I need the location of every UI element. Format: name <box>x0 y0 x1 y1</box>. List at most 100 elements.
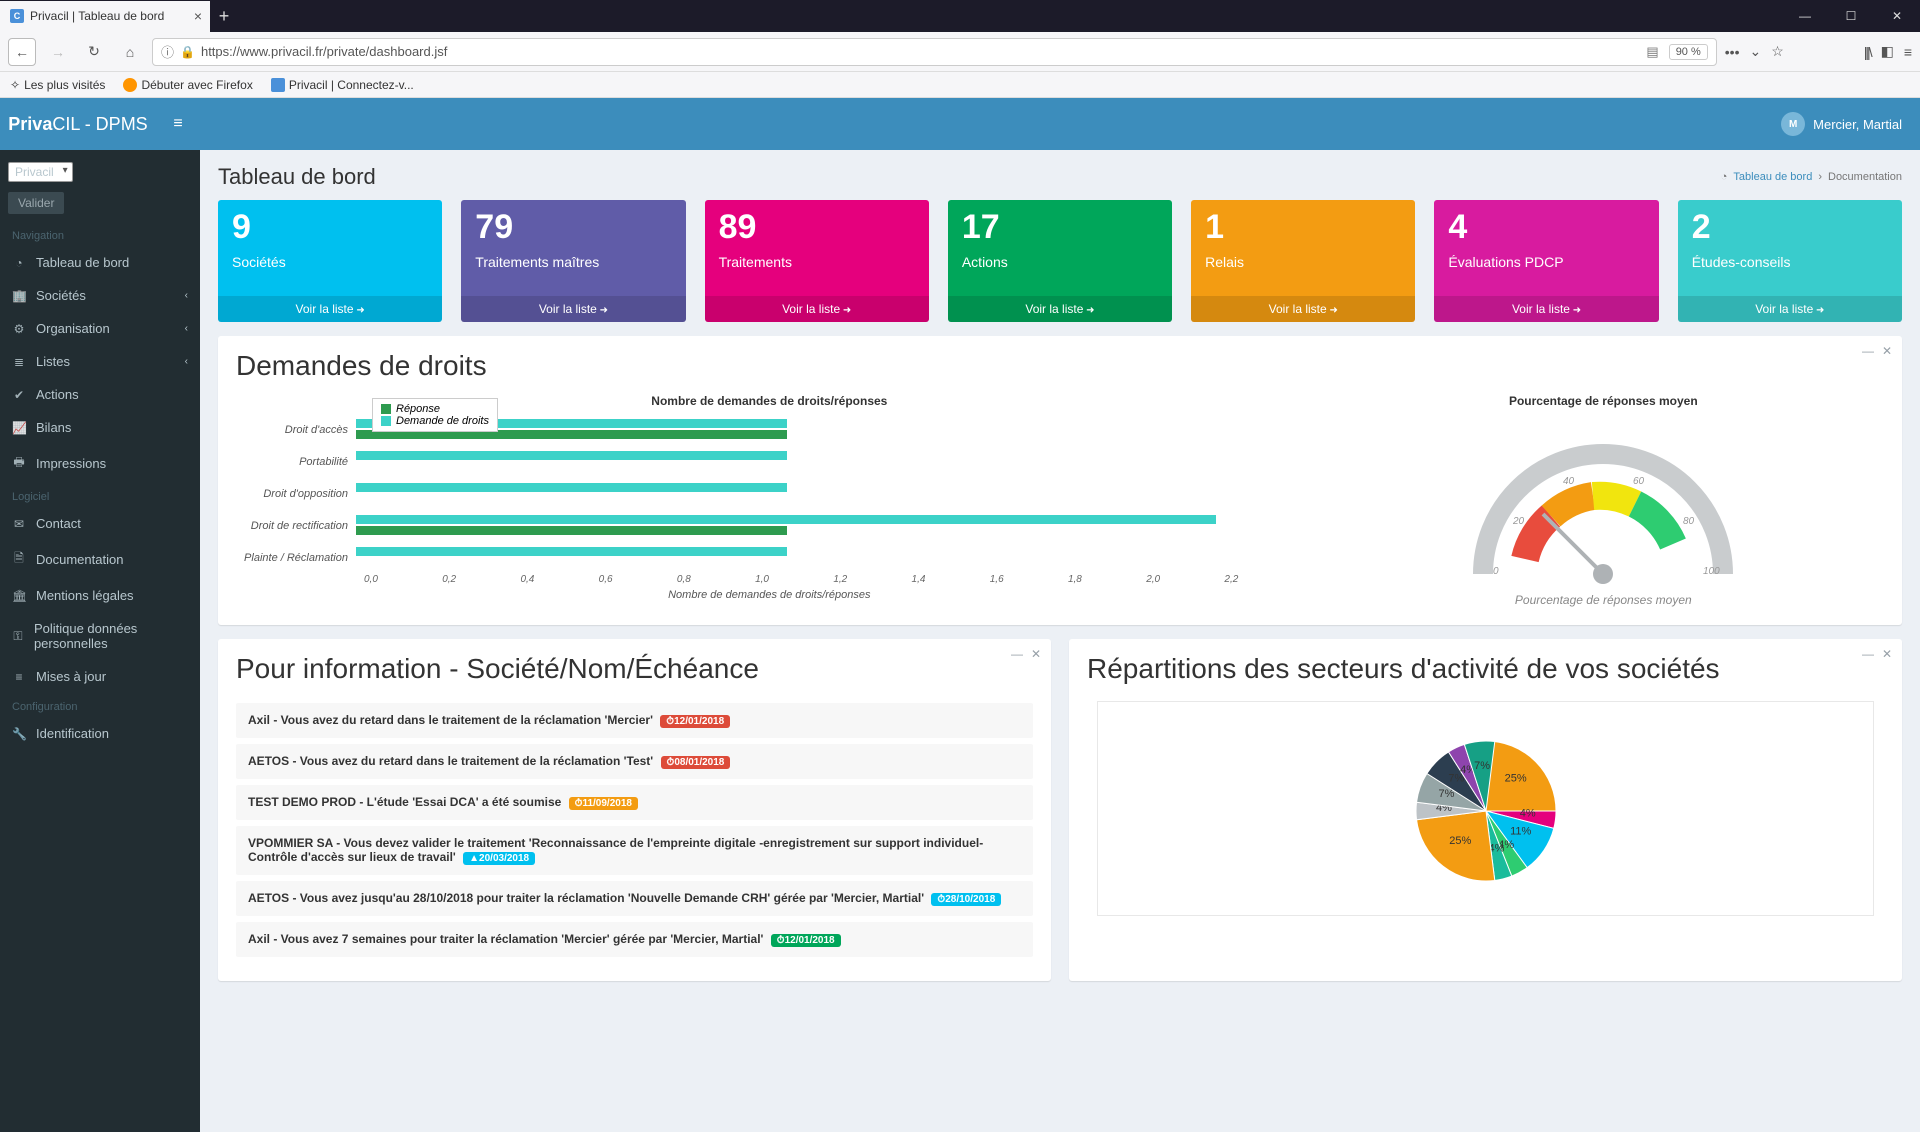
sidebar-item-bilans[interactable]: 📈Bilans <box>0 411 200 444</box>
sidebar-item-mises[interactable]: ≡Mises à jour <box>0 660 200 693</box>
stat-card: 2 Études-conseils Voir la liste <box>1678 200 1902 322</box>
stat-card: 4 Évaluations PDCP Voir la liste <box>1434 200 1658 322</box>
zoom-indicator[interactable]: 90 % <box>1669 44 1708 60</box>
menu-icon[interactable]: ≡ <box>1904 44 1912 60</box>
tab-favicon: C <box>10 9 24 23</box>
back-button[interactable]: ← <box>8 38 36 66</box>
notification-item[interactable]: AETOS - Vous avez du retard dans le trai… <box>236 744 1033 779</box>
stat-number: 9 <box>232 210 428 244</box>
stat-number: 89 <box>719 210 915 244</box>
stat-number: 79 <box>475 210 671 244</box>
stat-card-link[interactable]: Voir la liste <box>218 296 442 322</box>
mail-icon: ✉ <box>12 517 26 531</box>
building-icon: 🏢 <box>12 289 26 303</box>
minimize-button[interactable]: — <box>1782 0 1828 32</box>
reload-button[interactable]: ↻ <box>80 38 108 66</box>
bookmark-firefox-start[interactable]: Débuter avec Firefox <box>123 78 252 92</box>
bar-series-1 <box>356 515 1216 524</box>
date-badge: ⏱12/01/2018 <box>660 715 730 728</box>
chart-icon: 📈 <box>12 421 26 435</box>
collapse-icon[interactable]: — <box>1862 647 1874 661</box>
bar-row: Droit d'opposition <box>236 478 1303 510</box>
notification-item[interactable]: Axil - Vous avez 7 semaines pour traiter… <box>236 922 1033 957</box>
sidebar-item-organisation[interactable]: ⚙Organisation‹ <box>0 312 200 345</box>
sidebar-item-dashboard[interactable]: ◔Tableau de bord <box>0 246 200 279</box>
bookmark-privacil[interactable]: Privacil | Connectez-v... <box>271 78 414 92</box>
dashboard-icon: ◔ <box>12 256 26 270</box>
stat-card-link[interactable]: Voir la liste <box>1434 296 1658 322</box>
sidebar-item-impressions[interactable]: 🖶Impressions <box>0 444 200 483</box>
company-select[interactable]: Privacil <box>8 162 73 182</box>
url-text: https://www.privacil.fr/private/dashboar… <box>201 44 447 59</box>
notification-item[interactable]: TEST DEMO PROD - L'étude 'Essai DCA' a é… <box>236 785 1033 820</box>
sidebar-item-documentation[interactable]: 🗎Documentation <box>0 540 200 579</box>
svg-text:40: 40 <box>1563 476 1575 487</box>
notification-item[interactable]: Axil - Vous avez du retard dans le trait… <box>236 703 1033 738</box>
sidebar-item-contact[interactable]: ✉Contact <box>0 507 200 540</box>
info-icon[interactable]: ⓘ <box>161 42 174 61</box>
sidebar-item-identification[interactable]: 🔧Identification <box>0 717 200 750</box>
close-tab-icon[interactable]: × <box>194 8 202 24</box>
date-badge: ⏱11/09/2018 <box>569 797 638 810</box>
date-badge: ▲20/03/2018 <box>463 852 535 865</box>
app-topbar: PrivaCIL - DPMS ≡ M Mercier, Martial <box>0 98 1920 150</box>
app-brand[interactable]: PrivaCIL - DPMS <box>0 114 156 135</box>
stat-card-link[interactable]: Voir la liste <box>705 296 929 322</box>
bar-series-1 <box>356 483 787 492</box>
pocket-icon[interactable]: ⌄ <box>1749 43 1761 60</box>
stat-card-link[interactable]: Voir la liste <box>948 296 1172 322</box>
stat-number: 2 <box>1692 210 1888 244</box>
bookmark-star-icon[interactable]: ☆ <box>1771 43 1784 60</box>
address-bar[interactable]: ⓘ 🔒 https://www.privacil.fr/private/dash… <box>152 38 1717 66</box>
maximize-button[interactable]: ☐ <box>1828 0 1874 32</box>
pie-label: 11% <box>1510 826 1531 838</box>
wrench-icon: 🔧 <box>12 727 26 741</box>
notification-item[interactable]: VPOMMIER SA - Vous devez valider le trai… <box>236 826 1033 875</box>
stat-label: Actions <box>962 254 1158 270</box>
stat-label: Relais <box>1205 254 1401 270</box>
sidebar-item-mentions[interactable]: 🏛Mentions légales <box>0 579 200 612</box>
bar-legend: Réponse Demande de droits <box>372 398 498 432</box>
breadcrumb-link[interactable]: Tableau de bord <box>1733 171 1812 183</box>
user-name: Mercier, Martial <box>1813 117 1902 132</box>
close-icon[interactable]: ✕ <box>1031 647 1041 661</box>
browser-toolbar: ← → ↻ ⌂ ⓘ 🔒 https://www.privacil.fr/priv… <box>0 32 1920 72</box>
avatar: M <box>1781 112 1805 136</box>
valider-button[interactable]: Valider <box>8 192 64 214</box>
library-icon[interactable]: |||\ <box>1864 44 1871 60</box>
notification-item[interactable]: AETOS - Vous avez jusqu'au 28/10/2018 po… <box>236 881 1033 916</box>
gauge-caption: Pourcentage de réponses moyen <box>1323 593 1884 607</box>
legal-icon: 🏛 <box>12 589 26 603</box>
close-icon[interactable]: ✕ <box>1882 344 1892 358</box>
collapse-icon[interactable]: — <box>1862 344 1874 358</box>
sidebar-toggle[interactable]: ≡ <box>156 115 200 133</box>
stat-card: 89 Traitements Voir la liste <box>705 200 929 322</box>
stat-card-link[interactable]: Voir la liste <box>1678 296 1902 322</box>
rights-panel: —✕ Demandes de droits Nombre de demandes… <box>218 336 1902 625</box>
stat-card-link[interactable]: Voir la liste <box>461 296 685 322</box>
bar-series-1 <box>356 451 787 460</box>
home-button[interactable]: ⌂ <box>116 38 144 66</box>
bookmarks-bar: ✧ Les plus visités Débuter avec Firefox … <box>0 72 1920 98</box>
browser-tab[interactable]: C Privacil | Tableau de bord × <box>0 1 210 32</box>
user-menu[interactable]: M Mercier, Martial <box>1781 112 1920 136</box>
close-icon[interactable]: ✕ <box>1882 647 1892 661</box>
info-panel-title: Pour information - Société/Nom/Échéance <box>218 639 1051 691</box>
bookmark-most-visited[interactable]: ✧ Les plus visités <box>10 78 105 92</box>
sidebar-item-actions[interactable]: ✔Actions <box>0 378 200 411</box>
stat-label: Sociétés <box>232 254 428 270</box>
more-icon[interactable]: ••• <box>1725 44 1740 60</box>
sidebar-item-politique[interactable]: ⚿Politique données personnelles <box>0 612 200 660</box>
close-window-button[interactable]: ✕ <box>1874 0 1920 32</box>
stat-card-link[interactable]: Voir la liste <box>1191 296 1415 322</box>
sidebar-item-societes[interactable]: 🏢Sociétés‹ <box>0 279 200 312</box>
forward-button[interactable]: → <box>44 38 72 66</box>
collapse-icon[interactable]: — <box>1011 647 1023 661</box>
date-badge: ⏱08/01/2018 <box>661 756 731 769</box>
sidebar-icon[interactable]: ◧ <box>1881 43 1894 60</box>
bar-category: Droit d'accès <box>236 424 356 436</box>
new-tab-button[interactable]: + <box>210 2 238 30</box>
sidebar-item-listes[interactable]: ≣Listes‹ <box>0 345 200 378</box>
stat-cards-row: 9 Sociétés Voir la liste 79 Traitements … <box>200 200 1920 336</box>
reader-icon[interactable]: ▤ <box>1646 44 1658 60</box>
